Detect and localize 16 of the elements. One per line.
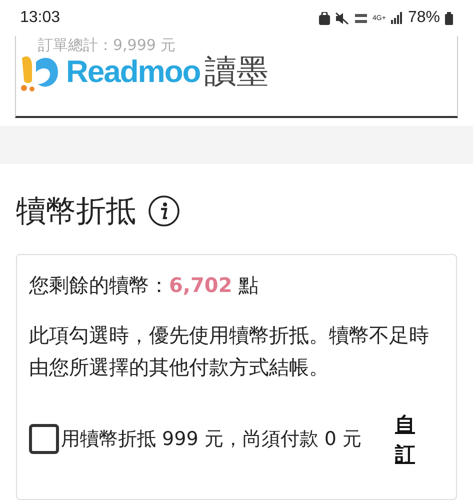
order-total: 訂單總計：9,999 元 [38, 36, 176, 55]
signal-icon [390, 12, 403, 24]
points-balance: 您剩餘的犢幣：6,702 點 [29, 272, 260, 299]
info-icon[interactable] [148, 195, 180, 227]
description-text: 此項勾選時，優先使用犢幣折抵。犢幣不足時由您所選擇的其他付款方式結帳。 [29, 322, 430, 381]
section-title: 犢幣折抵 [16, 192, 136, 230]
custom-link[interactable]: 自訂 [395, 409, 415, 469]
logo-chinese: 讀墨 [204, 51, 268, 92]
lock-icon [318, 12, 330, 24]
clock: 13:03 [20, 9, 60, 27]
mute-icon [334, 12, 349, 24]
battery-icon [445, 12, 453, 24]
checkbox[interactable] [29, 424, 59, 454]
logo-text: Readmoo [66, 54, 200, 90]
battery-level: 78% [408, 9, 440, 27]
checkbox-label[interactable]: 用犢幣折抵 999 元，尚須付款 0 元 [61, 423, 371, 455]
